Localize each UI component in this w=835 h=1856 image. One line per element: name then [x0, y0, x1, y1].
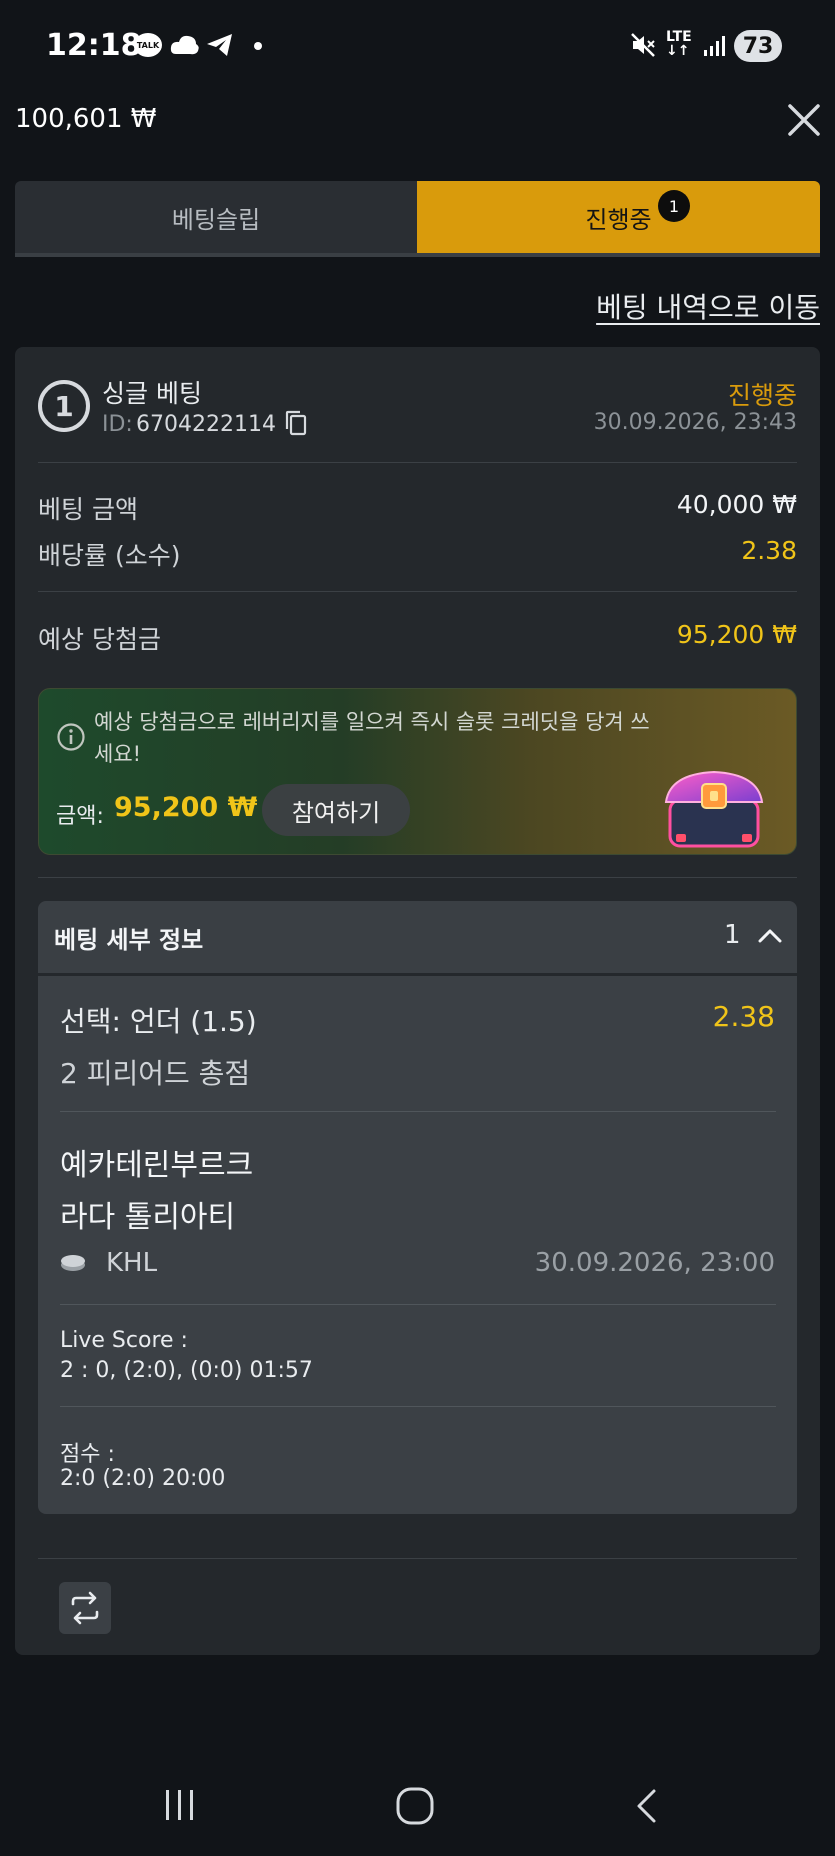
- bet-id-label: ID:: [102, 412, 133, 437]
- divider: [38, 877, 797, 878]
- network-type: LTE ↓↑: [666, 29, 692, 59]
- signal-icon: [704, 36, 725, 56]
- market-name: 2 피리어드 총점: [60, 1057, 251, 1090]
- home-icon[interactable]: [395, 1786, 435, 1826]
- divider: [60, 1304, 776, 1305]
- repeat-bet-button[interactable]: [59, 1582, 111, 1634]
- bet-type: 싱글 베팅: [102, 379, 202, 408]
- chevron-up-icon[interactable]: [756, 922, 784, 950]
- promo-amount: 95,200 ₩: [114, 792, 258, 823]
- score-label: 점수 :: [60, 1442, 115, 1467]
- tab-bar: 베팅슬립 진행중: [15, 181, 820, 257]
- tab-count-badge: 1: [658, 190, 690, 222]
- live-score-label: Live Score :: [60, 1328, 188, 1353]
- bet-number-badge: 1: [38, 380, 90, 432]
- treasure-chest-icon: [664, 770, 764, 848]
- tab-in-progress[interactable]: 진행중: [417, 181, 820, 253]
- repeat-icon: [71, 1591, 99, 1625]
- divider: [38, 591, 797, 592]
- selection: 선택: 언더 (1.5): [60, 1005, 257, 1038]
- promo-amount-label: 금액:: [56, 804, 104, 829]
- divider: [38, 1558, 797, 1559]
- potential-win: 95,200 ₩: [676, 620, 797, 649]
- battery-indicator: 73: [734, 30, 782, 62]
- divider: [38, 462, 797, 463]
- team-home: 예카테린부르크: [60, 1148, 254, 1183]
- match-date: 30.09.2026, 23:00: [534, 1248, 775, 1278]
- odds-label: 배당률 (소수): [38, 541, 181, 570]
- info-icon: [57, 723, 85, 751]
- bet-date: 30.09.2026, 23:43: [593, 410, 797, 435]
- divider: [60, 1406, 776, 1407]
- promo-text: 예상 당첨금으로 레버리지를 일으켜 즉시 슬롯 크레딧을 당겨 쓰세요!: [94, 710, 650, 766]
- bet-history-link[interactable]: 베팅 내역으로 이동: [596, 286, 820, 326]
- tab-betslip[interactable]: 베팅슬립: [15, 181, 417, 253]
- bet-id: 6704222114: [136, 412, 276, 437]
- selection-odds: 2.38: [712, 1000, 775, 1033]
- bet-details-count: 1: [724, 920, 741, 950]
- divider: [60, 1111, 776, 1112]
- bet-amount: 40,000 ₩: [676, 490, 797, 519]
- close-icon[interactable]: [784, 100, 824, 140]
- recent-apps-icon[interactable]: [160, 1788, 200, 1822]
- score: 2:0 (2:0) 20:00: [60, 1466, 226, 1491]
- join-button[interactable]: 참여하기: [262, 784, 410, 836]
- bet-status: 진행중: [727, 381, 797, 410]
- notification-dot-icon: [254, 42, 262, 50]
- live-score: 2 : 0, (2:0), (0:0) 01:57: [60, 1358, 313, 1383]
- bet-details-title: 베팅 세부 정보: [54, 926, 204, 954]
- copy-icon[interactable]: [284, 410, 308, 436]
- kakaotalk-icon: TALK: [134, 33, 162, 57]
- back-icon[interactable]: [630, 1788, 664, 1824]
- hockey-puck-icon: [61, 1255, 85, 1271]
- balance-display: 100,601 ₩: [15, 104, 157, 134]
- status-bar: 12:18 TALK LTE ↓↑ 73: [0, 0, 835, 96]
- telegram-icon: [207, 34, 232, 56]
- bet-amount-label: 베팅 금액: [38, 495, 138, 524]
- potential-win-label: 예상 당첨금: [38, 625, 161, 654]
- team-away: 라다 톨리아티: [60, 1200, 236, 1235]
- status-time: 12:18: [46, 28, 142, 63]
- league-name: KHL: [106, 1248, 158, 1278]
- odds-value: 2.38: [741, 536, 797, 565]
- mute-icon: [631, 33, 655, 57]
- cloud-app-icon: [170, 35, 199, 55]
